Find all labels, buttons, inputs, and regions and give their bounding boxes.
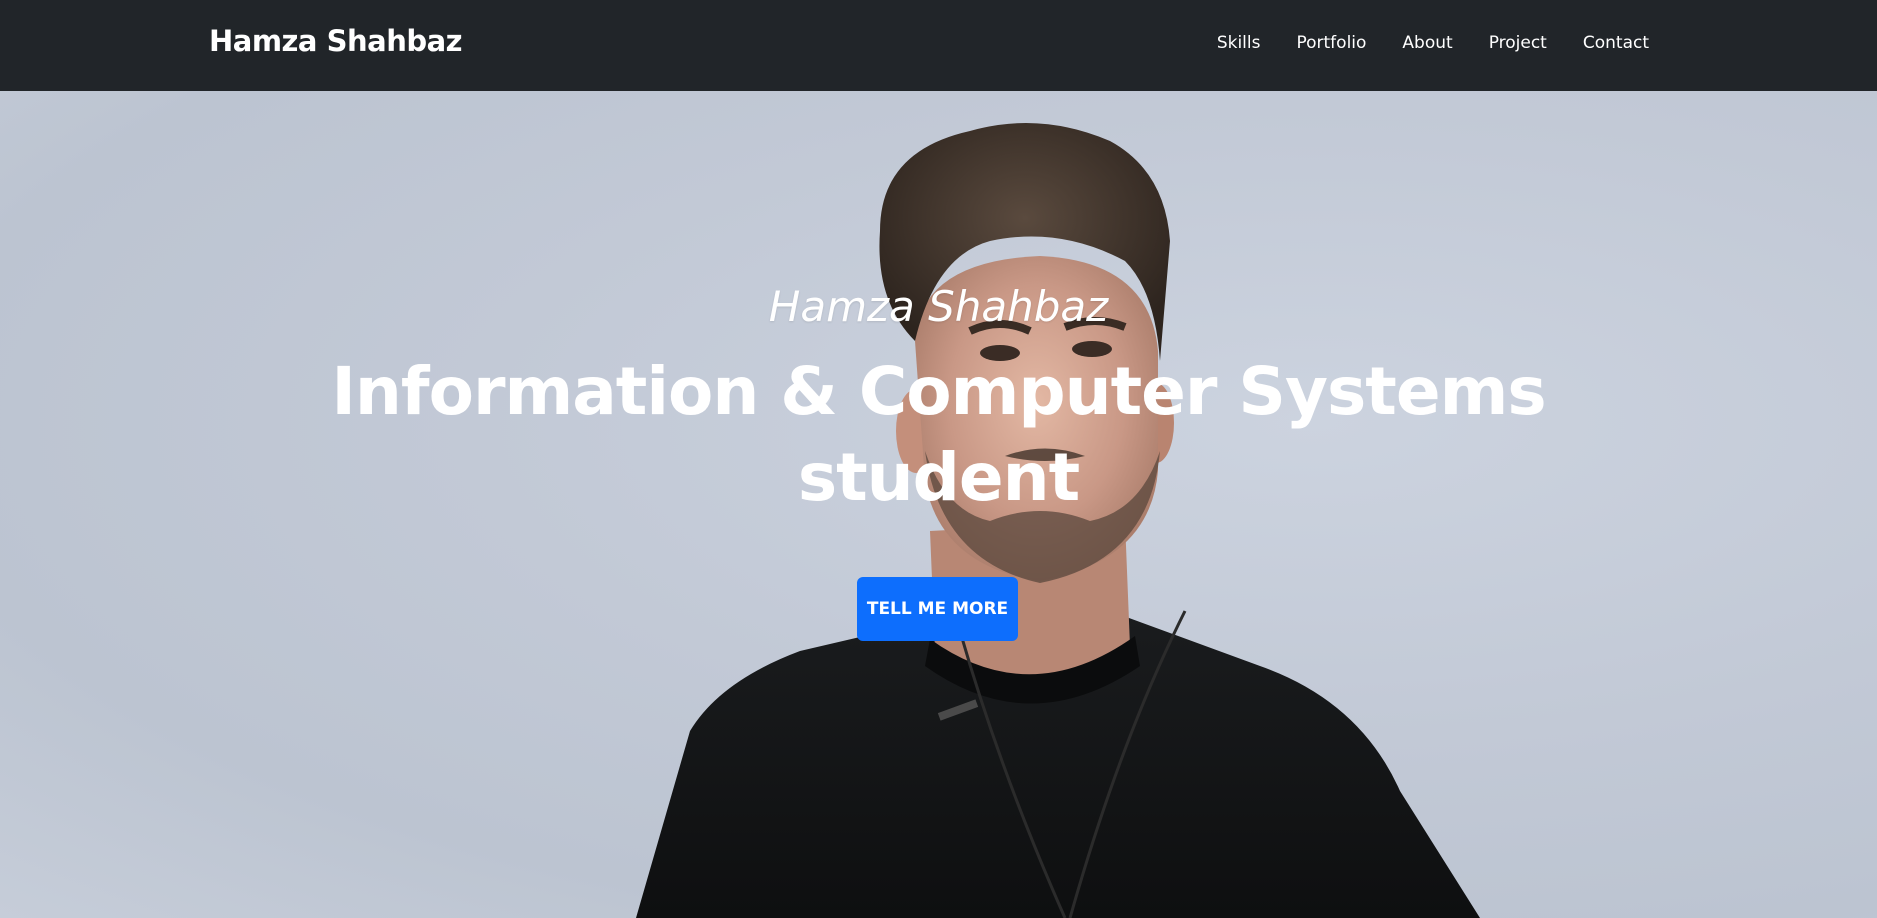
masthead-text: Hamza Shahbaz Information & Computer Sys… [0,91,1877,918]
brand-link[interactable]: Hamza Shahbaz [209,24,463,58]
nav-link-portfolio[interactable]: Portfolio [1277,31,1383,55]
nav-link-skills[interactable]: Skills [1198,31,1278,55]
nav-link-contact[interactable]: Contact [1564,31,1649,55]
hero-heading-line-2: student [797,439,1080,516]
navbar: Hamza Shahbaz Skills Portfolio About Pro… [0,0,1877,91]
hero-heading-line-1: Information & Computer Systems [331,353,1546,430]
tell-me-more-button[interactable]: TELL ME MORE [857,577,1018,641]
nav-link-project[interactable]: Project [1470,31,1564,55]
hero-masthead: Hamza Shahbaz Information & Computer Sys… [0,91,1877,918]
hero-subheading: Hamza Shahbaz [768,282,1109,331]
hero-heading: Information & Computer Systems student [0,349,1877,521]
nav-links: Skills Portfolio About Project Contact [1198,31,1649,55]
nav-link-about[interactable]: About [1383,31,1469,55]
